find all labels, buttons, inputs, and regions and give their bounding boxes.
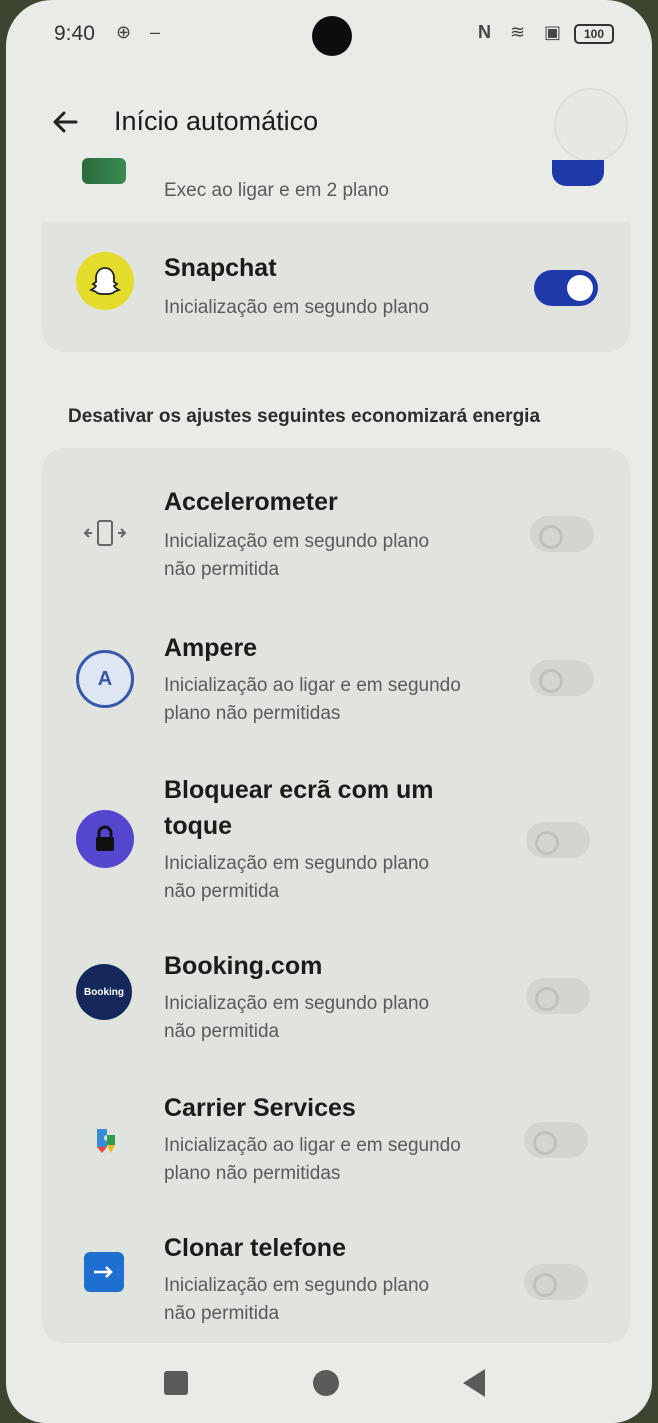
autostart-toggle-ampere[interactable] [530,660,594,696]
home-button[interactable] [308,1365,344,1401]
triangle-back-icon [463,1369,485,1397]
app-description: Inicialização em segundo plano [164,297,430,318]
back-button[interactable] [46,102,86,142]
circle-icon [313,1370,339,1396]
phone-screen: 9:40 ⊕ – N ≋ ▣ 100 Início automático Exe… [6,0,652,1423]
lock-icon [76,810,134,868]
app-name: Ampere [164,634,258,662]
sim-icon: ▣ [544,22,562,42]
list-item-clone-phone[interactable]: Clonar telefone Inicialização em segundo… [42,1230,630,1340]
section-label: Desativar os ajustes seguintes economiza… [68,406,541,427]
accelerometer-icon [76,504,134,562]
list-item-snapchat[interactable]: Snapchat Inicialização em segundo plano [42,222,630,352]
autostart-toggle-snapchat[interactable] [534,270,598,306]
system-nav-bar [6,1345,652,1423]
front-camera [312,16,352,56]
list-item-carrier-services[interactable]: Carrier Services Inicialização ao ligar … [42,1088,630,1208]
nfc-icon: N [478,22,491,42]
list-item-accelerometer[interactable]: Accelerometer Inicialização em segundo p… [42,476,630,596]
app-name: Accelerometer [164,488,338,516]
clone-phone-icon [84,1252,124,1292]
app-description: Inicialização ao ligar e em segundo plan… [164,675,461,724]
snapchat-icon [76,252,134,310]
app-description: Inicialização em segundo plano não permi… [164,853,430,902]
enabled-apps-card: Snapchat Inicialização em segundo plano [42,222,630,352]
square-icon [164,1371,188,1395]
carrier-services-icon [76,1112,134,1170]
list-item-partial[interactable]: Exec ao ligar e em 2 plano [42,150,622,210]
app-name: Clonar telefone [164,1234,346,1262]
app-name: Booking.com [164,952,323,980]
item-description: Exec ao ligar e em 2 plano [164,180,389,201]
app-name: Snapchat [164,254,277,282]
battery-indicator: 100 [574,24,614,44]
status-time: 9:40 [54,22,95,45]
app-name: Bloquear ecrã com um toque [164,776,434,840]
nav-back-button[interactable] [456,1365,492,1401]
dash-icon: – [150,22,161,42]
booking-icon: Booking [76,964,132,1020]
ampere-icon: A [76,650,134,708]
list-item-lock-screen[interactable]: Bloquear ecrã com um toque Inicialização… [42,766,630,916]
autostart-toggle-carrier-services[interactable] [524,1122,588,1158]
status-bar: 9:40 ⊕ – N ≋ ▣ 100 [6,0,652,70]
disabled-apps-card: Accelerometer Inicialização em segundo p… [42,448,630,1343]
autostart-toggle-booking[interactable] [526,978,590,1014]
app-description: Inicialização ao ligar e em segundo plan… [164,1135,461,1184]
list-item-ampere[interactable]: A Ampere Inicialização ao ligar e em seg… [42,618,630,738]
arrow-left-icon [53,111,78,133]
app-name: Carrier Services [164,1094,356,1122]
page-title: Início automático [114,106,319,136]
app-icon [82,158,126,184]
toggle-switch[interactable] [552,160,604,186]
ghost-icon [88,267,122,295]
app-description: Inicialização em segundo plano não permi… [164,993,430,1042]
steering-wheel-icon: ⊕ [116,22,132,42]
autostart-toggle-clone-phone[interactable] [524,1264,588,1300]
app-description: Inicialização em segundo plano não permi… [164,531,430,580]
recents-button[interactable] [158,1365,194,1401]
list-item-booking[interactable]: Booking Booking.com Inicialização em seg… [42,946,630,1066]
wifi-icon: ≋ [510,22,526,42]
autostart-toggle-lock-screen[interactable] [526,822,590,858]
app-description: Inicialização em segundo plano não permi… [164,1275,430,1324]
autostart-toggle-accelerometer[interactable] [530,516,594,552]
